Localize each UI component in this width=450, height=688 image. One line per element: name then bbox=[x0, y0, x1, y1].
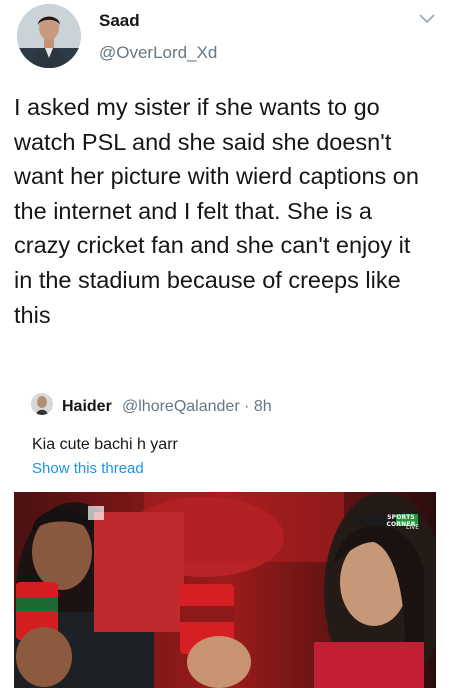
quoted-avatar[interactable] bbox=[31, 393, 53, 415]
tweet-text: I asked my sister if she wants to go wat… bbox=[14, 94, 419, 328]
user-handle[interactable]: @OverLord_Xd bbox=[99, 43, 217, 63]
quoted-handle-time[interactable]: @lhoreQalander · 8h bbox=[122, 398, 272, 416]
tweet: Saad @OverLord_Xd I asked my sister if s… bbox=[0, 0, 450, 688]
avatar[interactable] bbox=[17, 4, 81, 68]
display-name[interactable]: Saad bbox=[99, 11, 140, 31]
quoted-text: Kia cute bachi h yarr bbox=[32, 436, 178, 453]
show-thread-link[interactable]: Show this thread bbox=[32, 460, 144, 477]
broadcast-logo-sub: LIVE bbox=[405, 524, 419, 531]
quoted-display-name[interactable]: Haider bbox=[62, 398, 112, 416]
attached-photo[interactable]: SPORTS CORNER LIVE bbox=[14, 492, 436, 688]
broadcast-logo-title: SPORTS CORNER bbox=[386, 514, 416, 528]
chevron-down-icon[interactable] bbox=[418, 12, 436, 26]
